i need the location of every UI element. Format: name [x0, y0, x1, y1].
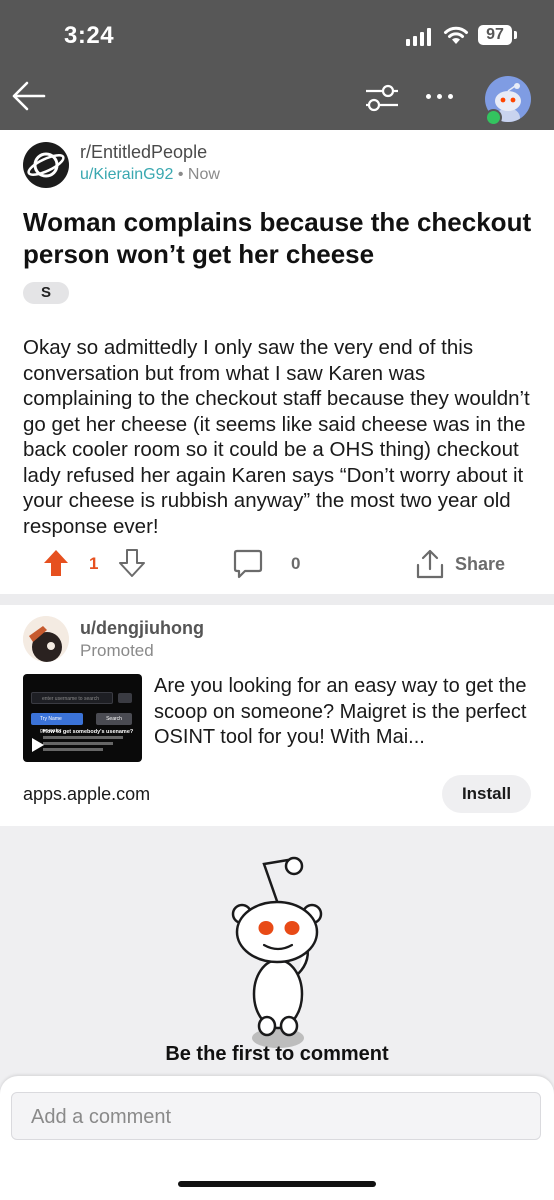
more-options-icon[interactable] [426, 94, 453, 99]
post-author[interactable]: u/KierainG92 [80, 166, 173, 183]
thumb-line-2 [43, 742, 113, 745]
online-status-dot [485, 109, 502, 126]
thumb-line-1 [43, 736, 123, 739]
thumb-line-3 [43, 748, 103, 751]
downvote-arrow-icon [119, 549, 145, 577]
post-age: Now [187, 166, 220, 183]
subreddit-icon[interactable] [23, 142, 69, 188]
post-actions: 1 0 Share [0, 548, 554, 584]
promoted-label: Promoted [80, 641, 154, 660]
post-body: Okay so admittedly I only saw the very e… [23, 336, 530, 538]
cellular-signal-icon [406, 28, 431, 46]
thumb-search-box: enter username to search [31, 692, 113, 704]
ad-thumbnail[interactable]: enter username to search Try Name genera… [23, 674, 142, 762]
ad-text[interactable]: Are you looking for an easy way to get t… [154, 674, 534, 751]
share-icon [416, 549, 444, 579]
thumb-try-button: Try Name generator [31, 713, 83, 734]
section-divider [0, 594, 554, 605]
post-flair[interactable]: S [23, 282, 69, 304]
empty-comments-label: Be the first to comment [165, 1043, 389, 1065]
top-bar: 3:24 97 [0, 0, 554, 130]
post-meta: u/KierainG92 • Now [80, 166, 220, 184]
post-title: Woman complains because the checkout per… [23, 207, 532, 269]
downvote-button[interactable] [118, 548, 146, 578]
back-arrow-icon[interactable] [10, 78, 46, 114]
install-button[interactable]: Install [442, 775, 531, 813]
battery-cap [514, 31, 517, 39]
upvote-arrow-icon [44, 550, 68, 576]
wifi-icon [444, 26, 468, 44]
home-indicator[interactable] [178, 1181, 376, 1187]
upvote-button[interactable] [42, 548, 70, 578]
advertiser-name[interactable]: u/dengjiuhong [80, 618, 204, 639]
share-label: Share [455, 553, 506, 574]
share-button[interactable]: Share [415, 548, 505, 580]
comment-count: 0 [291, 554, 301, 573]
thumb-headline: How to get somebody's usename? [43, 729, 134, 735]
thumb-search-option [118, 693, 132, 703]
snoo-mascot-icon [231, 856, 323, 1048]
comment-input[interactable]: Add a comment [11, 1092, 541, 1140]
vote-count: 1 [89, 554, 99, 573]
comments-button[interactable] [233, 548, 263, 580]
meta-separator: • [177, 166, 184, 183]
ad-domain[interactable]: apps.apple.com [23, 784, 150, 805]
battery-icon: 97 [478, 25, 512, 45]
play-icon [32, 738, 44, 752]
comment-bubble-icon [233, 549, 263, 579]
status-time: 3:24 [64, 22, 115, 49]
subreddit-name[interactable]: r/EntitledPeople [80, 142, 207, 163]
advertiser-avatar[interactable] [23, 616, 69, 662]
thumb-search-button: Search [96, 713, 132, 725]
sort-filter-icon[interactable] [364, 83, 400, 113]
